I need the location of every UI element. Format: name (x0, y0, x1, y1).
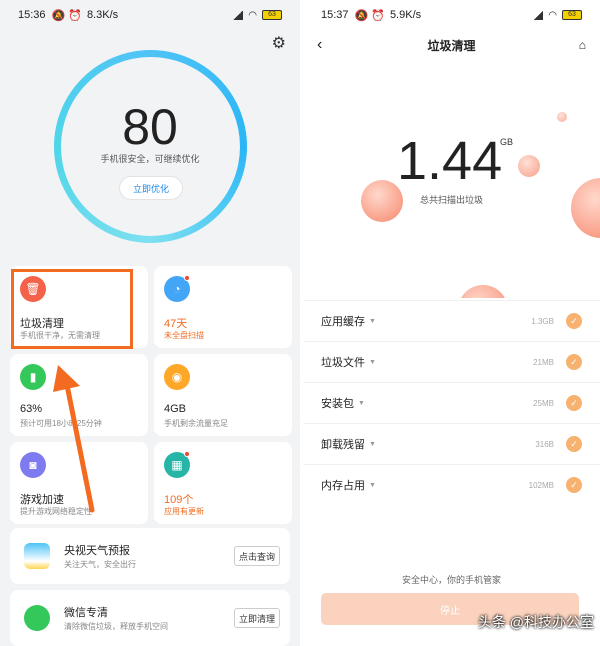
signal-icon (533, 10, 544, 20)
decor-bubble (571, 178, 600, 238)
junk-row[interactable]: 卸载残留 ▼ 316B ✓ (303, 423, 600, 464)
battery-icon: 63 (562, 10, 582, 20)
junk-row[interactable]: 内存占用 ▼ 102MB ✓ (303, 464, 600, 505)
left-screen: 15:36 🔕 ⏰ 8.3K/s ◠ 63 ⚙ 80 手机很安全，可继续优化 立… (0, 0, 300, 646)
mute-icon: 🔕 (354, 9, 369, 22)
chevron-down-icon[interactable]: ▼ (369, 441, 376, 448)
weather-app-icon (24, 543, 50, 569)
footer-text: 安全中心，你的手机管家 (401, 575, 501, 585)
promo-title: 央视天气预报 (64, 545, 130, 557)
row-name: 内存占用 (321, 480, 365, 492)
status-time: 15:37 (321, 9, 349, 21)
page-title: 垃圾清理 (427, 38, 476, 53)
right-screen: 15:37 🔕 ⏰ 5.9K/s ◠ 63 ‹ 垃圾清理 ⌂ 1.44 GB 总… (303, 0, 600, 646)
alarm-icon: ⏰ (371, 9, 385, 22)
weather-query-button[interactable]: 点击查询 (234, 546, 280, 566)
promo-title: 微信专清 (64, 607, 108, 619)
row-size: 102MB (528, 480, 554, 490)
row-size: 25MB (533, 398, 554, 408)
chevron-down-icon[interactable]: ▼ (369, 359, 376, 366)
check-icon[interactable]: ✓ (566, 354, 582, 370)
wifi-icon: ◠ (548, 9, 557, 21)
row-size: 21MB (533, 357, 554, 367)
promo-subtitle: 清除微信垃圾，释放手机空间 (64, 622, 168, 631)
row-size: 1.3GB (531, 316, 554, 326)
junk-row[interactable]: 垃圾文件 ▼ 21MB ✓ (303, 341, 600, 382)
promo-subtitle: 关注天气，安全出行 (64, 560, 136, 569)
junk-row[interactable]: 应用缓存 ▼ 1.3GB ✓ (303, 300, 600, 341)
watermark: 头条 @科技办公室 (477, 614, 594, 630)
top-nav: ‹ 垃圾清理 ⌂ (303, 32, 600, 58)
network-speed: 5.9K/s (389, 9, 422, 21)
check-icon[interactable]: ✓ (566, 436, 582, 452)
back-arrow-icon[interactable]: ‹ (317, 36, 322, 54)
chevron-down-icon[interactable]: ▼ (369, 482, 376, 489)
wechat-clean-promo[interactable]: 微信专清 清除微信垃圾，释放手机空间 立即清理 (10, 590, 290, 646)
wechat-clean-button[interactable]: 立即清理 (234, 608, 280, 628)
junk-amount-label: 总共扫描出垃圾 (419, 195, 483, 205)
broom-icon[interactable]: ⌂ (579, 38, 586, 52)
row-name: 垃圾文件 (321, 357, 365, 369)
row-size: 316B (535, 439, 554, 449)
decor-bubble (557, 112, 567, 122)
row-name: 卸载残留 (321, 439, 365, 451)
chevron-down-icon[interactable]: ▼ (358, 400, 365, 407)
row-name: 应用缓存 (321, 316, 365, 328)
junk-amount: 1.44 (397, 131, 503, 191)
check-icon[interactable]: ✓ (566, 313, 582, 329)
weather-promo[interactable]: 央视天气预报 关注天气，安全出行 点击查询 (10, 528, 290, 584)
junk-unit: GB (500, 137, 514, 147)
check-icon[interactable]: ✓ (566, 477, 582, 493)
check-icon[interactable]: ✓ (566, 395, 582, 411)
chevron-down-icon[interactable]: ▼ (369, 318, 376, 325)
junk-row[interactable]: 安装包 ▼ 25MB ✓ (303, 382, 600, 423)
status-bar: 15:37 🔕 ⏰ 5.9K/s ◠ 63 (303, 0, 600, 30)
row-name: 安装包 (321, 398, 354, 410)
decor-bubble (518, 155, 540, 177)
wechat-icon (24, 605, 50, 631)
